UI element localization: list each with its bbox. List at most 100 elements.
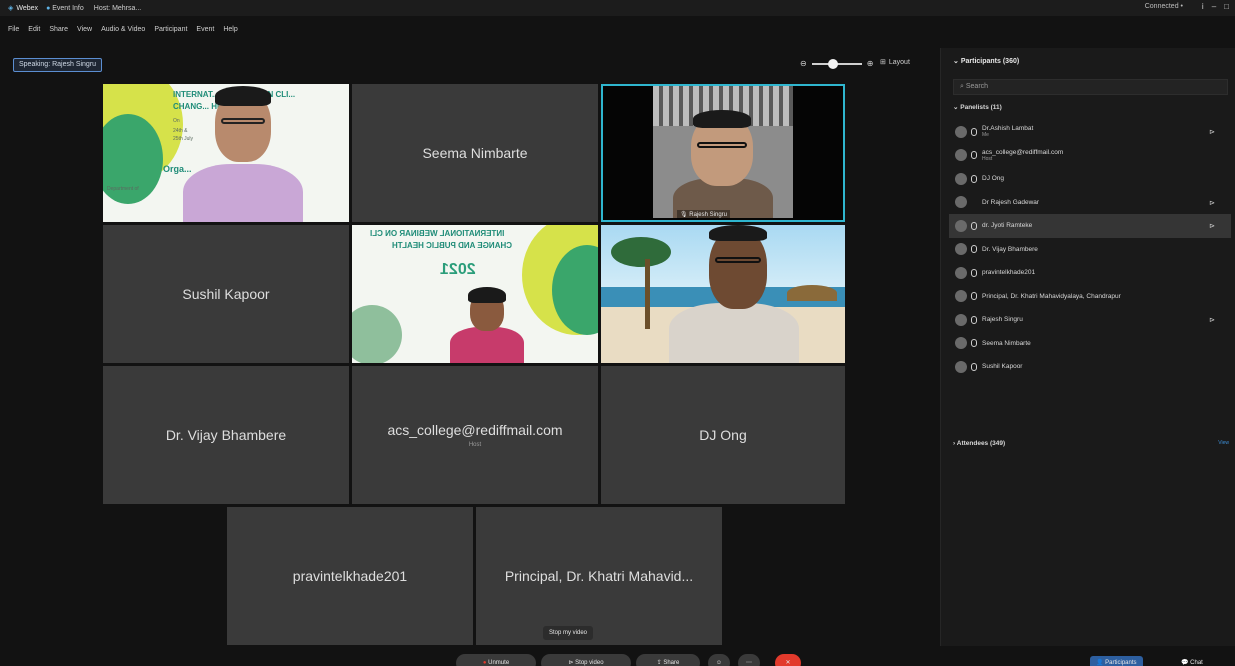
panelist-row[interactable]: Dr. Vijay Bhambere (949, 238, 1231, 262)
panelist-row[interactable]: Seema Nimbarte (949, 332, 1231, 356)
menu-file[interactable]: File (8, 26, 19, 33)
chat-button-label: Chat (1190, 660, 1203, 666)
mic-muted-icon[interactable] (971, 245, 977, 254)
mic-muted-icon[interactable] (971, 362, 977, 371)
panel-title[interactable]: ⌄ Participants (360) (953, 57, 1019, 65)
tile-role: Host (468, 442, 482, 448)
menu-share[interactable]: Share (49, 26, 68, 33)
tile-name: Sushil Kapoor (182, 286, 270, 302)
mic-icon[interactable] (971, 221, 977, 230)
video-camera-icon[interactable]: ⊳ (1209, 199, 1215, 207)
person-shirt (669, 303, 799, 363)
menu-help[interactable]: Help (223, 26, 237, 33)
menu-audio-video[interactable]: Audio & Video (101, 26, 145, 33)
video-tile-sushil[interactable]: Sushil Kapoor (103, 225, 349, 363)
mic-muted-icon[interactable] (971, 292, 977, 301)
menu-event[interactable]: Event (196, 26, 214, 33)
mic-icon[interactable] (971, 339, 977, 348)
tile-name: pravintelkhade201 (292, 568, 408, 584)
banner-subtitle-mirrored: CHANGE AND PUBLIC HEALTH (392, 241, 512, 250)
panelist-row[interactable]: Principal, Dr. Khatri Mahavidyalaya, Cha… (949, 285, 1231, 309)
video-zoom-control[interactable]: ⊖ ⊕ (800, 58, 874, 69)
menu-edit[interactable]: Edit (28, 26, 40, 33)
zoom-slider-handle[interactable] (827, 58, 838, 69)
chat-icon: 💬 (1181, 660, 1189, 666)
panelist-name: Principal, Dr. Khatri Mahavidyalaya, Cha… (982, 292, 1121, 300)
panelist-row[interactable]: Sushil Kapoor (949, 355, 1231, 379)
panelist-name-group: Dr.Ashish Lambat Me (982, 125, 1033, 138)
panelist-name: DJ Ong (982, 175, 1005, 183)
video-tile-seema[interactable]: Seema Nimbarte (352, 84, 598, 222)
event-info-tab[interactable]: ● Event Info (46, 5, 84, 12)
avatar (955, 243, 967, 256)
mic-icon[interactable] (971, 127, 977, 136)
participants-button-label: Participants (1105, 660, 1137, 666)
panelist-role: Host (982, 155, 993, 162)
connection-status[interactable]: Connected • (1145, 3, 1183, 10)
participants-button[interactable]: 👤 Participants (1090, 656, 1143, 666)
video-camera-icon[interactable]: ⊳ (1209, 128, 1215, 136)
app-name: Webex (16, 4, 39, 12)
panelist-row[interactable]: acs_college@rediffmail.com Host (949, 144, 1231, 168)
menu-participant[interactable]: Participant (154, 26, 187, 33)
layout-label: Layout (888, 58, 910, 66)
panelist-row-selected[interactable]: dr. Jyoti Ramteke ⊳ (949, 214, 1231, 238)
stop-my-video-button[interactable]: Stop my video (543, 626, 594, 640)
video-camera-icon[interactable]: ⊳ (1209, 222, 1215, 230)
video-tile-acs-college[interactable]: acs_college@rediffmail.com Host (352, 366, 598, 504)
avatar (955, 196, 967, 209)
video-tile-mirrored-banner[interactable]: INTERNATIONAL WEBINAR ON CLI CHANGE AND … (352, 225, 598, 363)
video-tile-vijay[interactable]: Dr. Vijay Bhambere (103, 366, 349, 504)
people-icon: 👤 (1096, 660, 1104, 666)
zoom-slider[interactable] (811, 58, 862, 69)
more-options-button[interactable]: ⋯ (738, 654, 760, 666)
panelist-row[interactable]: Dr Rajesh Gadewar ⊳ (949, 191, 1231, 215)
reactions-button[interactable]: ☺ (708, 654, 730, 666)
video-camera-icon[interactable]: ⊳ (1209, 316, 1215, 324)
video-tile-banner-presenter[interactable]: INTERNAT... WEBINAR ON CLI... CHANG... H… (103, 84, 349, 222)
panelists-header[interactable]: ⌄ Panelists (11) (953, 103, 1002, 111)
chevron-down-icon: ⌄ (953, 58, 959, 65)
participant-video (442, 285, 532, 363)
minimize-icon[interactable]: – (1212, 2, 1216, 11)
panelist-row[interactable]: pravintelkhade201 (949, 261, 1231, 285)
avatar (955, 149, 967, 162)
panelist-row[interactable]: Dr.Ashish Lambat Me ⊳ (949, 120, 1231, 144)
stop-video-button[interactable]: ⊳ Stop video (541, 654, 631, 666)
panelist-row[interactable]: Rajesh Singru ⊳ (949, 308, 1231, 332)
tile-name: acs_college@rediffmail.com (387, 422, 563, 438)
menu-view[interactable]: View (77, 26, 92, 33)
chat-button[interactable]: 💬 Chat (1175, 656, 1209, 666)
video-tile-pravin[interactable]: pravintelkhade201 (227, 507, 473, 645)
share-icon: ⇪ (656, 660, 662, 666)
video-tile-djong[interactable]: DJ Ong (601, 366, 845, 504)
event-info-label: Event Info (52, 4, 84, 12)
chevron-down-icon: ⌄ (953, 104, 959, 111)
info-icon: ● (46, 4, 51, 12)
share-button[interactable]: ⇪ Share (636, 654, 700, 666)
video-tile-rajesh-active-speaker[interactable]: 🎙 Rajesh Singru (601, 84, 845, 222)
participants-panel: ⌄ Participants (360) ⌕ Search ⌄ Panelist… (940, 48, 1235, 646)
view-attendees-link[interactable]: View (1218, 440, 1229, 446)
mic-icon[interactable] (971, 174, 977, 183)
zoom-out-icon[interactable]: ⊖ (800, 59, 807, 68)
mic-muted-icon[interactable] (971, 268, 977, 277)
video-tile-principal[interactable]: Principal, Dr. Khatri Mahavid... (476, 507, 722, 645)
unmute-button[interactable]: ● Unmute (456, 654, 536, 666)
speaking-indicator: Speaking: Rajesh Singru (13, 58, 103, 72)
webex-window: ◈ Webex ● Event Info Host: Mehrsa... Con… (0, 0, 1235, 666)
person-hair (709, 225, 767, 241)
panelist-row[interactable]: DJ Ong (949, 167, 1231, 191)
search-input[interactable]: ⌕ Search (953, 79, 1228, 95)
banner-department: Department of (107, 186, 139, 192)
panelist-name: Seema Nimbarte (982, 339, 1031, 347)
info-circle-icon[interactable]: i (1202, 2, 1204, 11)
video-tile-beach-background[interactable] (601, 225, 845, 363)
mic-muted-icon[interactable] (971, 315, 977, 324)
layout-button[interactable]: ⊞ Layout (880, 58, 910, 67)
zoom-in-icon[interactable]: ⊕ (867, 59, 874, 68)
maximize-icon[interactable]: □ (1224, 2, 1229, 11)
mic-icon[interactable] (971, 151, 977, 160)
leave-meeting-button[interactable]: ✕ (775, 654, 801, 666)
attendees-header[interactable]: › Attendees (349) (953, 440, 1005, 447)
